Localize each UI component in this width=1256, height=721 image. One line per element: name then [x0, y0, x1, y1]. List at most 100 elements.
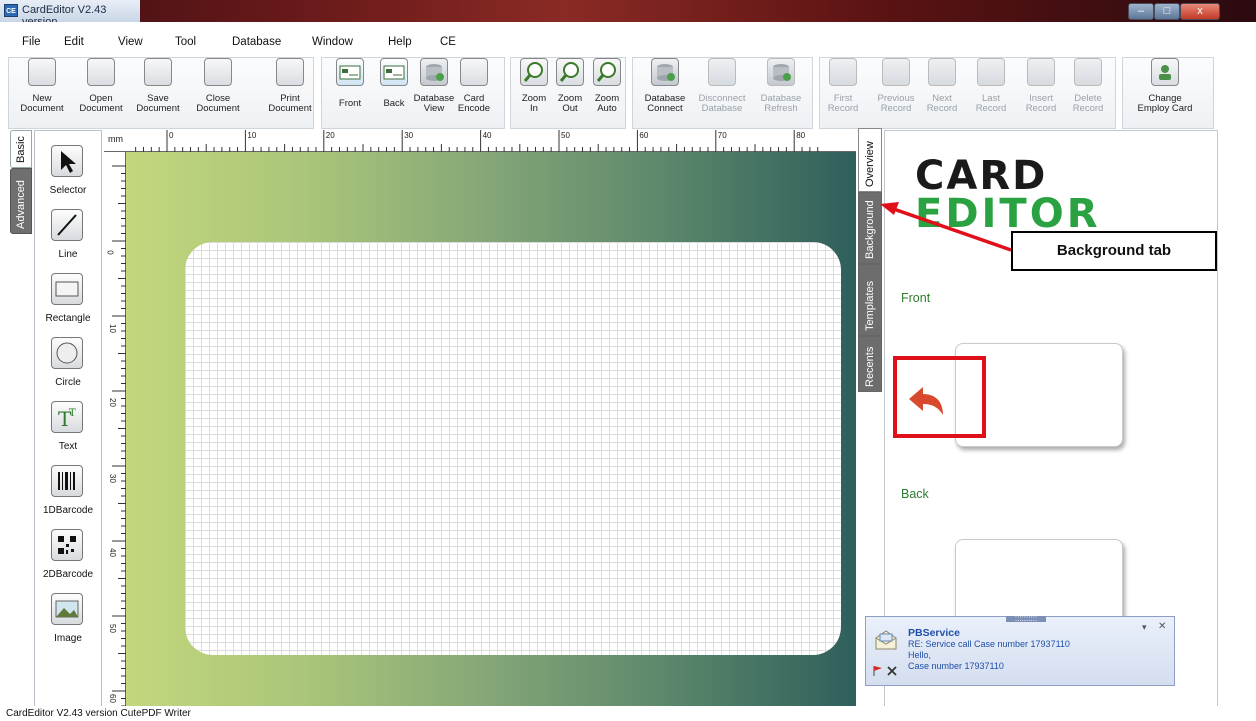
tab-templates[interactable]: Templates	[858, 264, 882, 336]
tab-overview[interactable]: Overview	[858, 128, 882, 192]
tool-rectangle[interactable]: Rectangle	[35, 273, 101, 331]
front-card-button[interactable]: Front	[331, 52, 369, 124]
ruler-left-label: 50	[107, 624, 117, 633]
tool-text[interactable]: T T Text	[35, 401, 101, 459]
tool-image[interactable]: Image	[35, 593, 101, 651]
zoom-auto-icon	[593, 58, 621, 86]
toolbar-sublabel: Encode	[457, 103, 491, 114]
card-design-area[interactable]	[185, 242, 841, 655]
zoom-auto-button[interactable]: Zoom Auto	[590, 52, 624, 124]
app-icon: CE	[4, 4, 18, 17]
minimize-button[interactable]: –	[1128, 3, 1154, 20]
delete-record-icon	[1074, 58, 1102, 86]
text-icon: TT	[51, 401, 83, 433]
notification-popup[interactable]: :::::::::: PBService RE: Service call Ca…	[865, 615, 1175, 686]
circle-icon	[51, 337, 83, 369]
disconnect-database-button[interactable]: Disconnect Database	[692, 52, 752, 124]
menu-tool[interactable]: Tool	[175, 36, 196, 48]
ruler-left-label: 30	[107, 474, 117, 483]
open-document-button[interactable]: Open Document	[72, 52, 130, 124]
next-record-icon	[928, 58, 956, 86]
toolbar: New Document Open Document Save Document Close…	[0, 52, 1256, 130]
database-refresh-button[interactable]: Database Refresh	[754, 52, 808, 124]
save-document-button[interactable]: Save Document	[129, 52, 187, 124]
tool-label: Image	[54, 633, 82, 644]
tool-circle[interactable]: Circle	[35, 337, 101, 395]
card-encode-button[interactable]: Card Encode	[454, 52, 494, 124]
database-view-button[interactable]: Database View	[412, 52, 456, 124]
menu-bar: File Edit View Tool Database Window Help CE	[0, 22, 1256, 52]
first-record-button[interactable]: First Record	[821, 52, 865, 124]
print-document-button[interactable]: Print Document	[260, 52, 320, 124]
close-button[interactable]: x	[1180, 3, 1220, 20]
notification-close[interactable]: ✕	[1158, 621, 1166, 632]
tool-selector[interactable]: Selector	[35, 145, 101, 203]
insert-record-button[interactable]: Insert Record	[1017, 52, 1065, 124]
line-icon	[51, 209, 83, 241]
maximize-button[interactable]: □	[1154, 3, 1180, 20]
toolbar-sublabel: Auto	[597, 103, 617, 114]
notification-dropdown[interactable]: ▾	[1142, 622, 1147, 633]
notification-subject: RE: Service call Case number 17937110	[908, 639, 1070, 649]
title-bar: CE CardEditor V2.43 version – □ x	[0, 0, 1256, 28]
last-record-icon	[977, 58, 1005, 86]
menu-file[interactable]: File	[22, 36, 41, 48]
front-label: Front	[901, 291, 931, 305]
menu-database[interactable]: Database	[232, 36, 281, 48]
last-record-button[interactable]: Last Record	[967, 52, 1015, 124]
ruler-left-label: 10	[107, 324, 117, 333]
tab-recents[interactable]: Recents	[858, 336, 882, 392]
toolbar-sublabel: Record	[827, 103, 859, 114]
tool-2dbarcode[interactable]: 2DBarcode	[35, 529, 101, 587]
menu-window[interactable]: Window	[312, 36, 353, 48]
database-view-icon	[420, 58, 448, 86]
tab-background[interactable]: Background	[858, 192, 882, 264]
print-document-icon	[276, 58, 304, 86]
tab-templates-label: Templates	[864, 280, 876, 331]
tab-basic[interactable]: Basic	[10, 130, 32, 168]
close-document-button[interactable]: Close Document	[189, 52, 247, 124]
delete-record-button[interactable]: Delete Record	[1066, 52, 1110, 124]
ruler-top-label: 50	[561, 131, 570, 140]
new-document-button[interactable]: New Document	[13, 52, 71, 124]
tool-line[interactable]: Line	[35, 209, 101, 267]
menu-help[interactable]: Help	[388, 36, 412, 48]
menu-edit[interactable]: Edit	[64, 36, 84, 48]
tool-label: Selector	[49, 185, 87, 196]
card-background[interactable]	[126, 152, 856, 708]
tool-1dbarcode[interactable]: 1DBarcode	[35, 465, 101, 523]
delete-icon[interactable]	[886, 665, 898, 677]
design-canvas[interactable]: mm 0 10 20 30 40 50 60 70 80 0 10 20 30 40 50 60	[104, 130, 856, 708]
new-document-icon	[28, 58, 56, 86]
previous-record-icon	[882, 58, 910, 86]
database-connect-icon	[651, 58, 679, 86]
tab-advanced[interactable]: Advanced	[10, 168, 32, 234]
previous-record-button[interactable]: Previous Record	[869, 52, 923, 124]
close-document-icon	[204, 58, 232, 86]
insert-record-icon	[1027, 58, 1055, 86]
front-card-icon	[336, 58, 364, 86]
zoom-out-icon	[556, 58, 584, 86]
ruler-left-label: 60	[107, 694, 117, 703]
next-record-button[interactable]: Next Record	[922, 52, 962, 124]
envelope-icon	[875, 630, 897, 650]
callout-box: Background tab	[1011, 231, 1217, 271]
zoom-in-button[interactable]: Zoom In	[517, 52, 551, 124]
database-connect-button[interactable]: Database Connect	[639, 52, 691, 124]
tool-label: Rectangle	[45, 313, 91, 324]
flag-icon[interactable]	[872, 665, 884, 677]
change-employ-card-button[interactable]: Change Employ Card	[1125, 52, 1205, 124]
toolbar-sublabel: Record	[926, 103, 958, 114]
selector-icon	[51, 145, 83, 177]
ruler-unit: mm	[108, 134, 123, 144]
tool-panel: Selector Line Rectangle Circle T T Text 1DBarco…	[34, 130, 102, 708]
back-label: Back	[901, 487, 929, 501]
change-employ-card-icon	[1151, 58, 1179, 86]
menu-ce[interactable]: CE	[440, 36, 456, 48]
zoom-out-button[interactable]: Zoom Out	[553, 52, 587, 124]
menu-view[interactable]: View	[118, 36, 143, 48]
title-area: CE CardEditor V2.43 version	[0, 0, 140, 28]
back-card-button[interactable]: Back	[375, 52, 413, 124]
notification-grip[interactable]: ::::::::::	[1006, 615, 1046, 623]
toolbar-label: Back	[383, 98, 405, 109]
